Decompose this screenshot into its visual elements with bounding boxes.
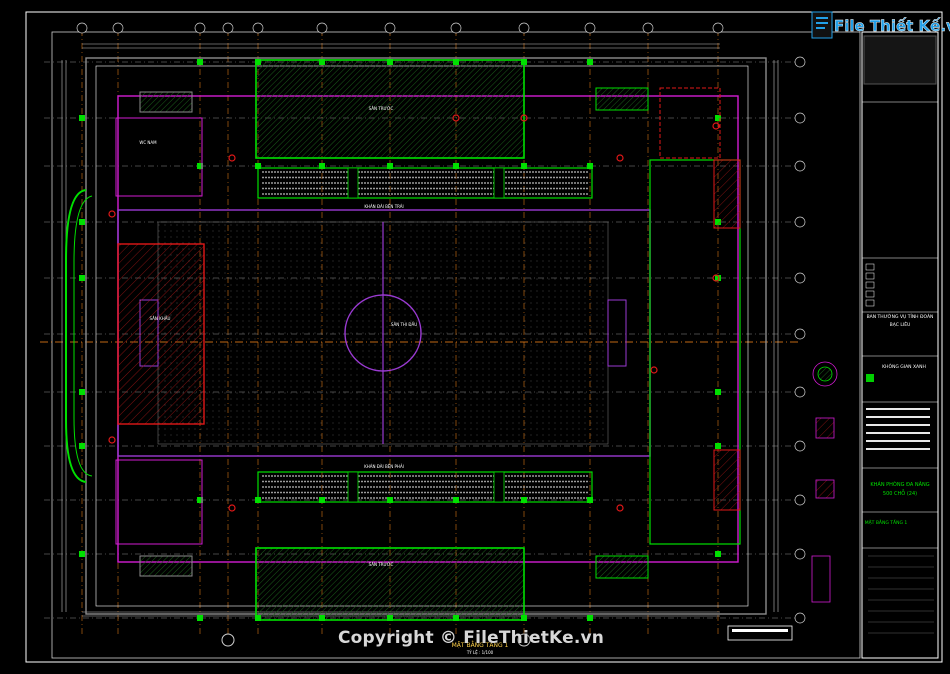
- plan-scale: TỶ LỆ : 1/100: [466, 650, 494, 655]
- column-round: [108, 210, 116, 218]
- column: [319, 497, 325, 503]
- column: [79, 115, 85, 121]
- column: [521, 59, 527, 65]
- grid-bubble: [794, 272, 806, 284]
- column: [319, 163, 325, 169]
- stand-bottom-label: KHÁN ĐÀI BÊN PHẢI: [364, 464, 404, 469]
- column: [715, 389, 721, 395]
- aisle-stair: [493, 471, 505, 503]
- brand-logo-text: File Thiết Kế.vn: [834, 16, 950, 35]
- court-top-label: SÂN TRƯỚC: [369, 106, 394, 111]
- wc-label: WC NAM: [139, 140, 157, 145]
- title-block-text-stub: [866, 416, 930, 418]
- column: [387, 497, 393, 503]
- left-stage-label: SÂN KHẤU: [150, 316, 171, 321]
- grid-bubble: [450, 22, 462, 34]
- grid-bubble: [316, 22, 328, 34]
- detail-callouts: [727, 361, 838, 641]
- title-block-text-stub: [866, 432, 930, 434]
- center-label: SÂN THI ĐẤU: [391, 322, 417, 327]
- grid-bubble: [112, 22, 124, 34]
- column: [587, 59, 593, 65]
- grid-bubble: [794, 160, 806, 172]
- column: [453, 59, 459, 65]
- project-line-2: 500 CHỖ (24): [883, 489, 917, 497]
- title-block: [861, 31, 939, 659]
- grid-bubble: [518, 22, 530, 34]
- column-round: [616, 504, 624, 512]
- column: [715, 443, 721, 449]
- aisle-stair: [347, 167, 359, 199]
- copyright-watermark: Copyright © FileThietKe.vn: [338, 628, 605, 648]
- title-block-text-stub: [866, 448, 930, 450]
- column: [255, 59, 261, 65]
- grid-bubble: [194, 22, 206, 34]
- grid-bubble: [584, 22, 596, 34]
- column: [255, 497, 261, 503]
- left-stage: [117, 243, 205, 425]
- aisle-stair: [493, 167, 505, 199]
- column: [521, 163, 527, 169]
- column-round: [616, 154, 624, 162]
- aisle-stair: [347, 471, 359, 503]
- column: [521, 497, 527, 503]
- column: [587, 615, 593, 621]
- column: [79, 389, 85, 395]
- column: [387, 615, 393, 621]
- column-round: [108, 436, 116, 444]
- column: [319, 615, 325, 621]
- column: [197, 59, 203, 65]
- column: [387, 59, 393, 65]
- column: [521, 615, 527, 621]
- column: [453, 163, 459, 169]
- title-block-text-stub: [866, 424, 930, 426]
- column: [255, 163, 261, 169]
- grid-bubble: [794, 548, 806, 560]
- title-block-text-stub: [866, 408, 930, 410]
- grid-bubble: [794, 386, 806, 398]
- consultant-name: KHÔNG GIAN XANH: [882, 363, 926, 370]
- stand-top-label: KHÁN ĐÀI BÊN TRÁI: [364, 204, 403, 209]
- column: [79, 551, 85, 557]
- court-bottom: [255, 547, 525, 621]
- column-round: [228, 504, 236, 512]
- grid-bubble: [642, 22, 654, 34]
- column-round: [650, 366, 658, 374]
- column: [79, 443, 85, 449]
- column: [453, 615, 459, 621]
- title-block-text-stub: [866, 440, 930, 442]
- column: [587, 163, 593, 169]
- grid-bubble: [76, 22, 88, 34]
- grid-bubble: [794, 494, 806, 506]
- grid-bubble: [794, 112, 806, 124]
- column: [715, 551, 721, 557]
- grid-bubble: [794, 56, 806, 68]
- grid-bubble: [222, 22, 234, 34]
- court-bottom-label: SÂN TRƯỚC: [369, 562, 394, 567]
- brand-logo: [811, 11, 833, 39]
- column: [319, 59, 325, 65]
- column: [79, 275, 85, 281]
- cad-drawing-sheet: File Thiết Kế.vn SÂN TRƯỚC SÂN TRƯỚC KHÁ…: [25, 11, 950, 663]
- grid-bubble: [252, 22, 264, 34]
- grid-bubble: [794, 440, 806, 452]
- column: [387, 163, 393, 169]
- grid-bubble: [712, 22, 724, 34]
- column: [79, 219, 85, 225]
- grid-bubble: [794, 328, 806, 340]
- grid-bubble: [794, 216, 806, 228]
- section-marker: [221, 633, 235, 647]
- column: [197, 615, 203, 621]
- grid-bubble: [794, 612, 806, 624]
- grid-bubble: [384, 22, 396, 34]
- column: [453, 497, 459, 503]
- column: [587, 497, 593, 503]
- column: [255, 615, 261, 621]
- column-round: [228, 154, 236, 162]
- project-line-1: KHÁN PHÒNG ĐA NĂNG: [870, 481, 929, 488]
